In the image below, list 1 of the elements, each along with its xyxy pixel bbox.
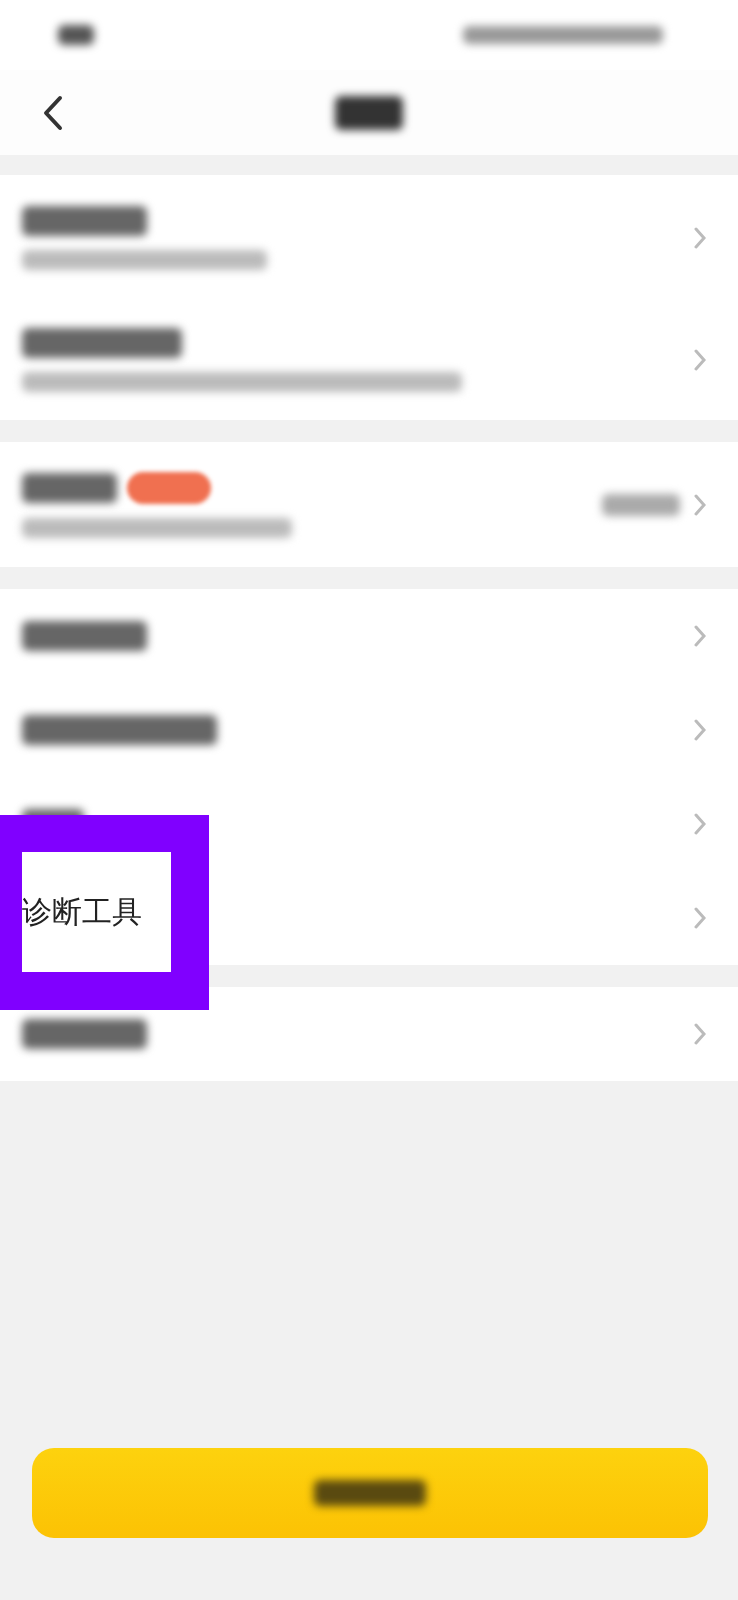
highlight-label: 诊断工具 [22,892,142,931]
